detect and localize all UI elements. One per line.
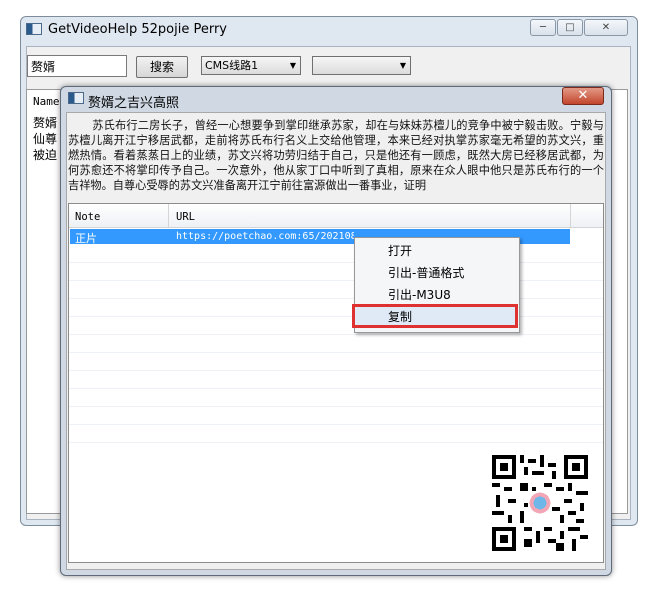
grid-line (69, 406, 603, 407)
grid-line (69, 442, 603, 443)
description-text: 苏氏布行二房长子，曾经一心想要争到掌印继承苏家，却在与妹妹苏檀儿的竞争中被宁毅击… (68, 119, 604, 192)
grid-line (69, 388, 603, 389)
source-combo[interactable]: CMS线路1 ▼ (201, 56, 301, 75)
highlight-box (352, 304, 518, 328)
app-icon (26, 23, 42, 35)
grid-line (69, 262, 603, 263)
list-item[interactable]: 被迫 (33, 146, 57, 163)
grid-line (69, 370, 603, 371)
grid-line (69, 334, 603, 335)
grid-line (69, 280, 603, 281)
video-description: 苏氏布行二房长子，曾经一心想要争到掌印继承苏家，却在与妹妹苏檀儿的竞争中被宁毅击… (68, 118, 604, 200)
minimize-button[interactable]: ─ (530, 19, 556, 36)
list-item[interactable]: 仙尊 (33, 130, 57, 147)
column-header-url[interactable]: URL (176, 211, 195, 223)
second-combo[interactable]: ▼ (312, 56, 411, 75)
main-close-button[interactable]: ✕ (584, 19, 628, 36)
menu-item-open[interactable]: 打开 (388, 242, 412, 259)
menu-item-export-m3u8[interactable]: 引出-M3U8 (388, 286, 451, 303)
chevron-down-icon: ▼ (399, 61, 406, 70)
grid-line (69, 424, 603, 425)
row-note: 正片 (75, 232, 97, 245)
main-window-title: GetVideoHelp 52pojie Perry (48, 22, 227, 37)
chevron-down-icon: ▼ (289, 61, 296, 70)
dialog-title: 赘婿之吉兴高照 (88, 96, 180, 111)
column-header-note[interactable]: Note (75, 211, 100, 223)
source-combo-value: CMS线路1 (205, 59, 259, 72)
search-button[interactable]: 搜索 (136, 56, 188, 78)
grid-line (69, 316, 603, 317)
dialog-close-button[interactable]: ✕ (562, 87, 604, 105)
dialog-app-icon (68, 92, 84, 104)
column-divider (570, 204, 571, 228)
grid-line (69, 298, 603, 299)
grid-line (69, 352, 603, 353)
maximize-button[interactable]: □ (557, 19, 583, 36)
qr-code-image (492, 455, 588, 551)
menu-item-export-plain[interactable]: 引出-普通格式 (388, 264, 464, 281)
column-divider (168, 204, 169, 228)
menu-item-copy[interactable]: 复制 (388, 308, 412, 325)
main-list-name-header[interactable]: Name (33, 95, 60, 108)
search-input[interactable]: 赘婿 (27, 55, 127, 77)
table-header (69, 204, 603, 228)
list-item[interactable]: 赘婿 (33, 114, 57, 131)
row-url: https://poetchao.com:65/20210806/TtJXQ7/… (176, 231, 354, 242)
